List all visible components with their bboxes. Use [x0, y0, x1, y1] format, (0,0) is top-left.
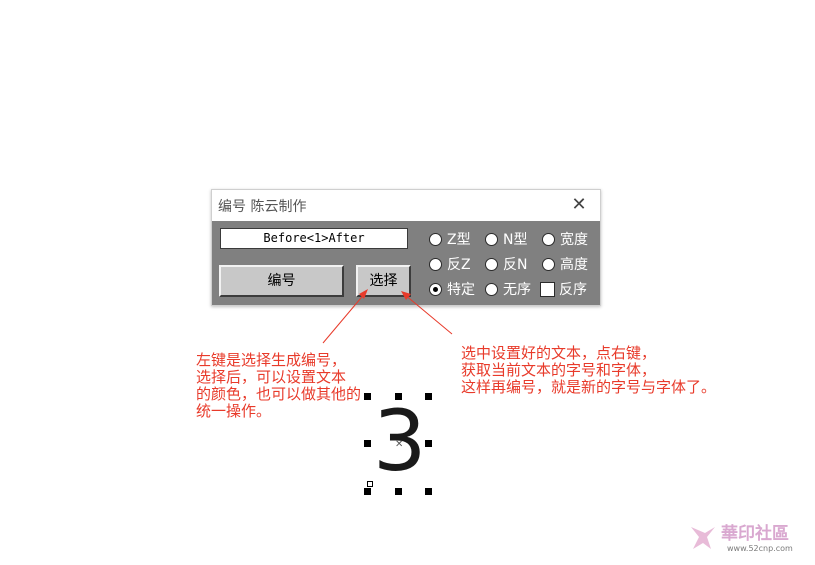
- number-dialog: 编号 陈云制作 ✕ Before<1>After 编号 选择 Z型 N型 宽度 …: [211, 189, 601, 306]
- radio-icon: [429, 257, 442, 271]
- right-annotation: 选中设置好的文本，点右键， 获取当前文本的字号和字体， 这样再编号，就是新的字号…: [461, 345, 716, 396]
- note-line: 的颜色，也可以做其他的: [196, 385, 362, 403]
- close-icon[interactable]: ✕: [568, 194, 590, 216]
- watermark: 華印社區 www.52cnp.com: [687, 515, 807, 559]
- radio-icon: [485, 282, 498, 296]
- radio-selected-icon: [429, 282, 442, 296]
- window-title: 编号 陈云制作: [218, 199, 307, 215]
- selection-handle[interactable]: [364, 393, 371, 400]
- dialog-body: Before<1>After 编号 选择 Z型 N型 宽度 反Z 反N 高度 特…: [212, 221, 600, 305]
- origin-marker: [367, 481, 373, 487]
- option-unordered[interactable]: 无序: [485, 279, 531, 301]
- option-n-shape[interactable]: N型: [485, 229, 527, 251]
- radio-icon: [542, 232, 555, 246]
- note-line: 选中设置好的文本，点右键，: [461, 344, 657, 362]
- selection-handle[interactable]: [395, 488, 402, 495]
- title-bar[interactable]: 编号 陈云制作 ✕: [212, 190, 600, 220]
- option-label: 特定: [447, 282, 475, 298]
- reverse-order-checkbox[interactable]: 反序: [540, 279, 587, 301]
- select-button[interactable]: 选择: [356, 265, 411, 297]
- selection-handle[interactable]: [425, 440, 432, 447]
- note-line: 选择后，可以设置文本: [196, 368, 347, 386]
- selection-handle[interactable]: [425, 393, 432, 400]
- note-line: 左键是选择生成编号，: [196, 351, 347, 369]
- option-reverse-n[interactable]: 反N: [485, 254, 527, 276]
- option-height[interactable]: 高度: [542, 254, 588, 276]
- note-line: 这样再编号，就是新的字号与字体了。: [461, 378, 717, 396]
- note-line: 统一操作。: [196, 402, 272, 420]
- radio-icon: [429, 232, 442, 246]
- option-label: 反Z: [447, 257, 471, 273]
- radio-icon: [485, 232, 498, 246]
- watermark-logo: 華印社區 www.52cnp.com: [691, 523, 793, 553]
- selection-handle[interactable]: [364, 440, 371, 447]
- selection-handle[interactable]: [395, 393, 402, 400]
- option-reverse-z[interactable]: 反Z: [429, 254, 471, 276]
- selection-handle[interactable]: [425, 488, 432, 495]
- format-preview-field[interactable]: Before<1>After: [220, 228, 408, 249]
- option-z-shape[interactable]: Z型: [429, 229, 471, 251]
- left-annotation: 左键是选择生成编号， 选择后，可以设置文本 的颜色，也可以做其他的 统一操作。: [196, 352, 361, 420]
- radio-icon: [542, 257, 555, 271]
- note-line: 获取当前文本的字号和字体，: [461, 361, 657, 379]
- center-cross-icon: ✕: [395, 439, 404, 450]
- radio-icon: [485, 257, 498, 271]
- option-specific[interactable]: 特定: [429, 279, 475, 301]
- option-label: 反N: [503, 257, 528, 273]
- watermark-url: www.52cnp.com: [727, 544, 793, 553]
- option-label: Z型: [447, 232, 471, 248]
- checkbox-icon: [540, 281, 555, 297]
- selected-text-object[interactable]: 3 ✕: [364, 393, 432, 495]
- number-button[interactable]: 编号: [219, 265, 344, 297]
- option-label: 宽度: [560, 232, 588, 248]
- watermark-brand: 華印社區: [721, 523, 789, 544]
- option-label: 高度: [560, 257, 588, 273]
- option-label: N型: [503, 232, 528, 248]
- option-width[interactable]: 宽度: [542, 229, 588, 251]
- option-label: 反序: [559, 282, 587, 298]
- option-label: 无序: [503, 282, 531, 298]
- selection-handle[interactable]: [364, 488, 371, 495]
